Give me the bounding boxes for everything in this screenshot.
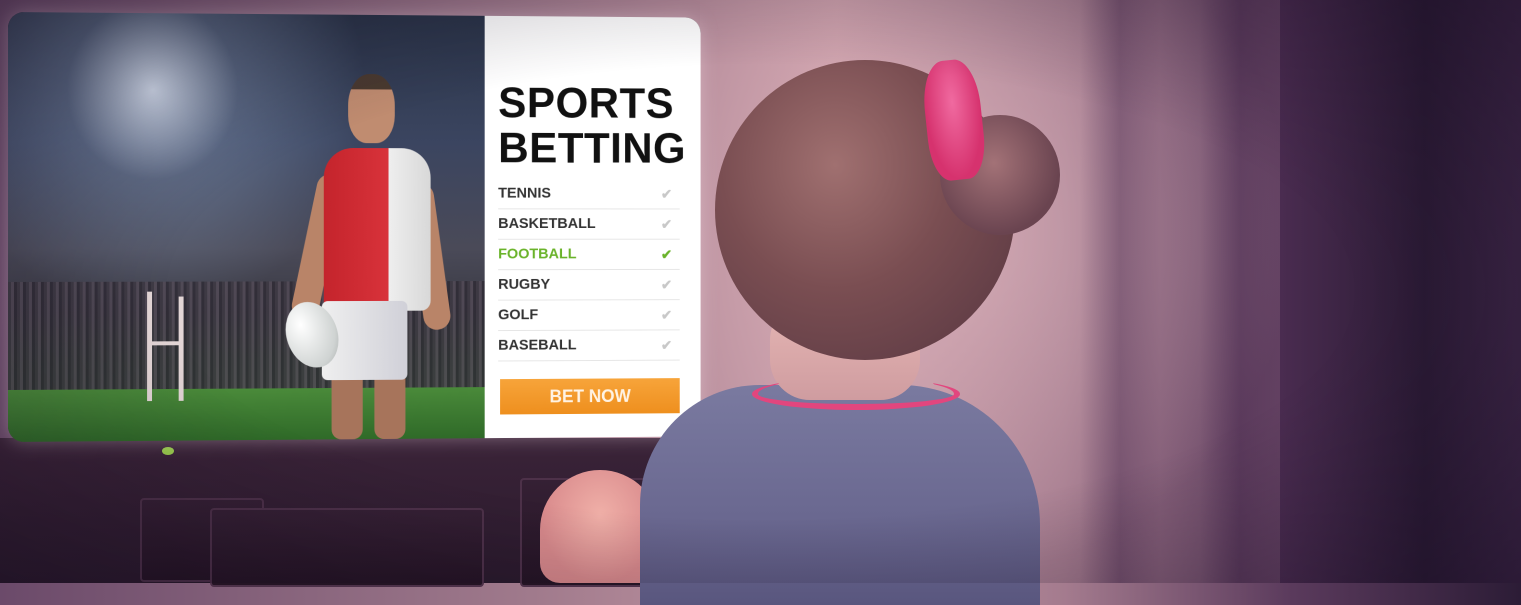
curtain-left bbox=[1080, 0, 1300, 583]
player-leg bbox=[331, 370, 363, 440]
bet-now-button[interactable]: BET NOW bbox=[500, 378, 680, 415]
check-icon: ✔ bbox=[660, 276, 673, 293]
goal-post bbox=[147, 291, 153, 402]
stadium-broadcast bbox=[8, 12, 485, 442]
sport-menu: TENNIS ✔ BASKETBALL ✔ FOOTBALL ✔ RUGBY ✔… bbox=[498, 178, 680, 362]
menu-item-tennis[interactable]: TENNIS ✔ bbox=[498, 178, 680, 210]
player-head bbox=[348, 73, 395, 144]
menu-item-baseball[interactable]: BASEBALL ✔ bbox=[498, 330, 680, 362]
check-icon: ✔ bbox=[660, 337, 673, 353]
power-led bbox=[162, 447, 174, 455]
curtain-right bbox=[1280, 0, 1521, 583]
player-leg bbox=[374, 369, 406, 440]
menu-item-label: GOLF bbox=[498, 306, 539, 324]
menu-item-label: FOOTBALL bbox=[498, 245, 577, 263]
sports-betting-ad: SPORTS BETTING TENNIS ✔ BASKETBALL ✔ FOO… bbox=[484, 15, 701, 439]
television: SPORTS BETTING TENNIS ✔ BASKETBALL ✔ FOO… bbox=[8, 12, 701, 442]
cabinet-drawer bbox=[210, 508, 484, 587]
menu-item-label: BASEBALL bbox=[498, 336, 577, 354]
girl-shirt bbox=[640, 385, 1040, 605]
menu-item-football[interactable]: FOOTBALL ✔ bbox=[498, 239, 680, 271]
check-icon: ✔ bbox=[660, 306, 673, 323]
menu-item-label: BASKETBALL bbox=[498, 215, 596, 232]
check-icon: ✔ bbox=[660, 186, 673, 202]
shirt-collar bbox=[752, 378, 960, 410]
menu-item-basketball[interactable]: BASKETBALL ✔ bbox=[498, 209, 680, 240]
check-icon: ✔ bbox=[660, 246, 673, 263]
player-jersey bbox=[323, 147, 431, 311]
menu-item-golf[interactable]: GOLF ✔ bbox=[498, 300, 680, 332]
check-icon: ✔ bbox=[660, 216, 673, 232]
photo-scene: SPORTS BETTING TENNIS ✔ BASKETBALL ✔ FOO… bbox=[0, 0, 1521, 605]
ad-title: SPORTS BETTING bbox=[498, 78, 686, 173]
goal-crossbar bbox=[147, 341, 184, 346]
menu-item-label: RUGBY bbox=[498, 275, 551, 293]
menu-item-label: TENNIS bbox=[498, 184, 551, 202]
goal-post bbox=[178, 296, 184, 401]
pitch bbox=[8, 387, 485, 442]
menu-item-rugby[interactable]: RUGBY ✔ bbox=[498, 269, 680, 301]
